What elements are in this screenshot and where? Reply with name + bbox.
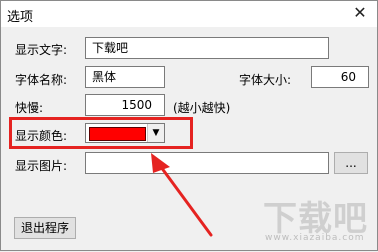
options-dialog: 选项 ✕ 显示文字: 下载吧 字体名称: 黑体 字体大小: 60 快慢: 150… — [0, 0, 378, 251]
watermark-sub: www.xiazaiba.com — [265, 233, 365, 243]
watermark: 下载吧 www.xiazaiba.com — [263, 189, 373, 249]
